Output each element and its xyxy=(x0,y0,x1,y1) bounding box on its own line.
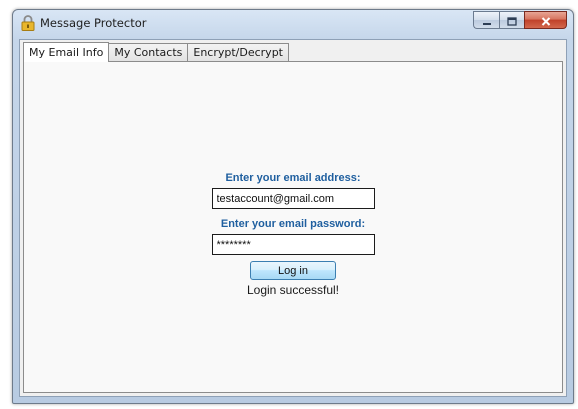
tab-strip: My Email Info My Contacts Encrypt/Decryp… xyxy=(23,42,289,62)
minimize-icon xyxy=(482,11,492,30)
close-button[interactable] xyxy=(524,11,567,29)
login-form: Enter your email address: Enter your ema… xyxy=(24,170,562,297)
caption-buttons xyxy=(473,11,567,29)
maximize-icon xyxy=(507,11,517,30)
tab-encrypt-decrypt[interactable]: Encrypt/Decrypt xyxy=(187,43,289,61)
window-title: Message Protector xyxy=(40,16,147,30)
email-field[interactable] xyxy=(211,188,375,209)
password-field[interactable] xyxy=(211,234,375,255)
client-area: My Email Info My Contacts Encrypt/Decryp… xyxy=(19,39,567,397)
close-icon xyxy=(541,11,551,30)
title-bar[interactable]: Message Protector xyxy=(13,10,573,36)
app-window: Message Protector My Email Info My Conta… xyxy=(12,9,574,404)
email-label: Enter your email address: xyxy=(225,172,361,184)
tab-my-email-info[interactable]: My Email Info xyxy=(23,42,110,62)
tab-my-contacts[interactable]: My Contacts xyxy=(108,43,189,61)
maximize-button[interactable] xyxy=(499,11,524,29)
login-status: Login successful! xyxy=(246,283,340,297)
password-label: Enter your email password: xyxy=(220,218,366,230)
lock-icon xyxy=(21,15,35,31)
minimize-button[interactable] xyxy=(473,11,499,29)
login-button[interactable]: Log in xyxy=(250,261,336,280)
tab-panel-my-email-info: Enter your email address: Enter your ema… xyxy=(23,61,563,393)
